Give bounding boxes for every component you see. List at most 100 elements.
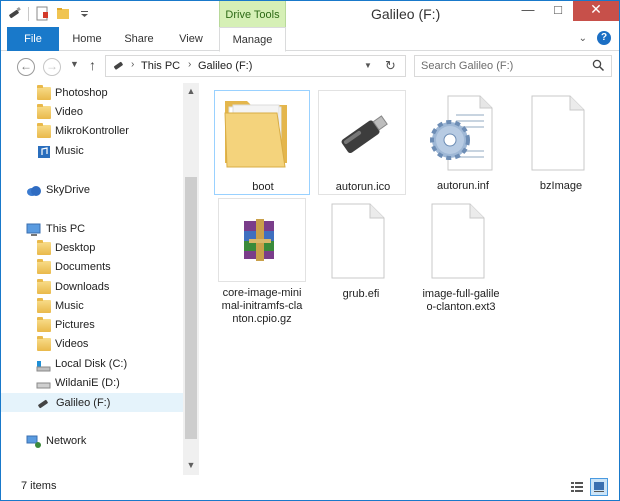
nav-item-downloads[interactable]: Downloads — [1, 278, 183, 297]
downloads-icon — [37, 279, 51, 294]
scroll-down-icon[interactable]: ▼ — [183, 460, 199, 470]
breadcrumb-galileo[interactable]: Galileo (F:) — [198, 60, 252, 72]
file-list: boot autorun.ico autorun.inf bzImage cor… — [200, 83, 619, 473]
file-name-line: image-full-galile — [422, 288, 500, 300]
archive-icon — [218, 198, 306, 282]
address-bar[interactable]: › This PC › Galileo (F:) ▼ ↻ — [105, 55, 406, 77]
ribbon-right-controls: ⌄ ? — [579, 31, 611, 45]
desktop-icon — [37, 240, 51, 255]
toolbar-separator — [28, 6, 29, 21]
up-button[interactable]: ↑ — [89, 57, 96, 73]
nav-item-network[interactable]: Network — [1, 432, 183, 451]
refresh-icon[interactable]: ↻ — [385, 58, 396, 74]
file-name-line: core-image-mini — [222, 287, 302, 299]
nav-item-mikrokontroller[interactable]: MikroKontroller — [1, 122, 183, 141]
minimize-icon: — — [521, 2, 535, 17]
address-dropdown-icon[interactable]: ▼ — [364, 61, 372, 70]
skydrive-icon — [26, 184, 41, 197]
window-title: Galileo (F:) — [371, 6, 441, 22]
back-button[interactable]: ← — [17, 58, 35, 76]
properties-icon[interactable] — [35, 6, 50, 21]
file-item-boot[interactable]: boot — [214, 90, 310, 195]
status-bar: 7 items — [1, 475, 619, 500]
nav-item-label: Network — [46, 435, 87, 447]
nav-item-pictures[interactable]: Pictures — [1, 316, 183, 335]
nav-item-videos[interactable]: Videos — [1, 335, 183, 354]
music-icon — [37, 298, 51, 313]
file-item-core-image-archive[interactable]: core-image-mini mal-initramfs-cla nton.c… — [218, 198, 306, 328]
videos-icon — [37, 336, 51, 351]
nav-item-desktop[interactable]: Desktop — [1, 239, 183, 258]
large-icons-view-icon[interactable] — [590, 478, 608, 496]
nav-item-skydrive[interactable]: SkyDrive — [1, 181, 183, 200]
new-folder-icon[interactable] — [56, 6, 71, 21]
nav-item-label: SkyDrive — [46, 184, 91, 196]
nav-item-label: Video — [55, 106, 83, 118]
nav-item-label: Desktop — [55, 242, 96, 254]
usb-drive-icon[interactable] — [7, 6, 22, 21]
tab-view[interactable]: View — [167, 27, 215, 51]
drive-tools-context-tab: Drive Tools — [219, 1, 286, 27]
drive-icon — [36, 377, 51, 390]
nav-item-photoshop[interactable]: Photoshop — [1, 84, 183, 103]
file-name-line: nton.cpio.gz — [232, 313, 292, 325]
tab-home[interactable]: Home — [63, 27, 111, 51]
nav-item-label: Local Disk (C:) — [55, 358, 128, 370]
search-icon[interactable] — [592, 59, 605, 75]
nav-item-label: Videos — [55, 338, 89, 350]
scroll-up-icon[interactable]: ▲ — [183, 86, 199, 96]
close-button[interactable]: ✕ — [573, 1, 619, 21]
maximize-button[interactable]: □ — [543, 1, 573, 21]
tab-manage[interactable]: Manage — [219, 27, 286, 52]
breadcrumb-separator: › — [188, 59, 192, 70]
file-item-autorun-ico[interactable]: autorun.ico — [318, 90, 406, 195]
nav-item-this-pc[interactable]: This PC — [1, 220, 183, 239]
nav-item-label: This PC — [46, 223, 86, 235]
file-item-image-full-galileo[interactable]: image-full-galile o-clanton.ext3 — [416, 198, 506, 318]
file-item-bzimage[interactable]: bzImage — [516, 90, 606, 196]
recent-locations-icon[interactable]: ▼ — [70, 59, 79, 69]
nav-item-documents[interactable]: Documents — [1, 258, 183, 277]
folder-icon — [37, 123, 51, 138]
maximize-icon: □ — [554, 2, 562, 17]
tab-file[interactable]: File — [7, 27, 59, 51]
quick-access-toolbar — [7, 6, 92, 21]
file-item-autorun-inf[interactable]: autorun.inf — [418, 90, 508, 196]
file-icon — [416, 198, 506, 282]
forward-button[interactable]: → — [43, 58, 61, 76]
nav-item-video[interactable]: Video — [1, 103, 183, 122]
file-name: autorun.ico — [335, 181, 391, 193]
expand-ribbon-icon[interactable]: ⌄ — [579, 33, 587, 44]
breadcrumb-this-pc[interactable]: This PC — [141, 60, 180, 72]
search-box[interactable] — [414, 55, 612, 77]
nav-item-label: Galileo (F:) — [56, 397, 111, 409]
details-view-icon[interactable] — [568, 478, 586, 496]
nav-item-label: WildaniE (D:) — [55, 377, 120, 389]
file-name: grub.efi — [342, 288, 380, 300]
folder-icon — [37, 104, 51, 119]
file-icon — [316, 198, 406, 282]
navigation-pane: Photoshop Video MikroKontroller Music Sk… — [1, 83, 184, 473]
nav-item-label: Music — [55, 145, 84, 157]
help-icon[interactable]: ? — [597, 31, 611, 45]
nav-item-music[interactable]: Music — [1, 142, 183, 161]
item-count: 7 items — [21, 480, 57, 492]
customize-toolbar-icon[interactable] — [77, 6, 92, 21]
documents-icon — [37, 259, 51, 274]
nav-pane-scrollbar[interactable]: ▲ ▼ — [183, 83, 199, 475]
tab-share[interactable]: Share — [115, 27, 163, 51]
scrollbar-thumb[interactable] — [185, 177, 197, 439]
settings-file-icon — [418, 90, 508, 174]
file-item-grub-efi[interactable]: grub.efi — [316, 198, 406, 304]
nav-item-galileo-f[interactable]: Galileo (F:) — [1, 393, 183, 412]
search-input[interactable] — [421, 59, 581, 73]
nav-item-local-disk-c[interactable]: Local Disk (C:) — [1, 355, 183, 374]
file-name: bzImage — [539, 180, 583, 192]
nav-item-music-library[interactable]: Music — [1, 297, 183, 316]
navigation-bar: ← → ▼ ↑ › This PC › Galileo (F:) ▼ ↻ — [1, 52, 619, 82]
nav-item-wildanie-d[interactable]: WildaniE (D:) — [1, 374, 183, 393]
nav-item-label: Documents — [55, 261, 111, 273]
file-name-line: mal-initramfs-cla — [221, 300, 303, 312]
usb-drive-icon — [319, 91, 409, 175]
minimize-button[interactable]: — — [513, 1, 543, 21]
